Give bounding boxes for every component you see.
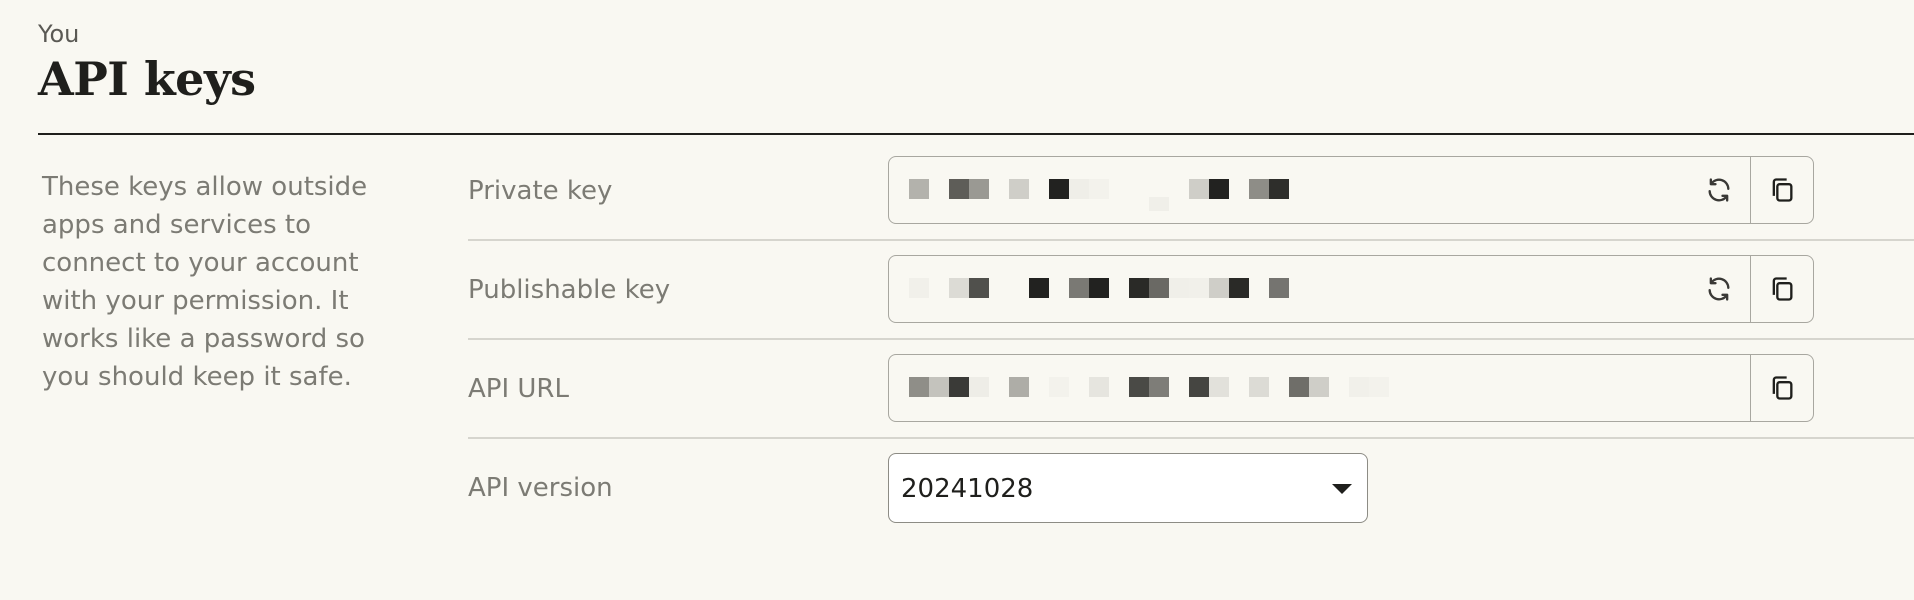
- page-title: API keys: [38, 52, 256, 106]
- refresh-icon: [1708, 277, 1730, 301]
- api-version-row: API version 20241028: [468, 439, 1914, 536]
- copy-icon: [1772, 277, 1793, 301]
- breadcrumb[interactable]: You: [38, 20, 79, 48]
- private-key-label: Private key: [468, 176, 613, 206]
- private-key-field[interactable]: [888, 156, 1814, 224]
- regenerate-private-key-button[interactable]: [1688, 157, 1750, 223]
- refresh-icon: [1708, 178, 1730, 202]
- api-url-field[interactable]: [888, 354, 1814, 422]
- copy-private-key-button[interactable]: [1750, 157, 1813, 223]
- copy-icon: [1772, 178, 1793, 202]
- private-key-row: Private key: [468, 142, 1914, 241]
- publishable-key-row: Publishable key: [468, 241, 1914, 340]
- api-url-value-redacted[interactable]: [889, 355, 1750, 421]
- publishable-key-label: Publishable key: [468, 275, 671, 305]
- caret-down-icon: [1332, 484, 1352, 494]
- api-version-label: API version: [468, 473, 613, 503]
- redacted-value: [909, 179, 1289, 213]
- api-version-select[interactable]: 20241028: [888, 453, 1368, 523]
- redacted-value: [909, 278, 1289, 312]
- api-keys-description: These keys allow outside apps and servic…: [42, 172, 368, 392]
- api-url-label: API URL: [468, 374, 569, 404]
- copy-icon: [1772, 376, 1793, 400]
- api-version-selected-value: 20241028: [901, 474, 1034, 504]
- header-divider: [38, 133, 1914, 135]
- redacted-value: [909, 377, 1389, 411]
- publishable-key-value-redacted[interactable]: [889, 256, 1688, 322]
- api-keys-page: You API keys These keys allow outside ap…: [0, 0, 1914, 600]
- api-settings-list: Private key Publishable key API URL API …: [468, 142, 1914, 536]
- copy-publishable-key-button[interactable]: [1750, 256, 1813, 322]
- api-url-row: API URL: [468, 340, 1914, 439]
- private-key-value-redacted[interactable]: [889, 157, 1688, 223]
- copy-api-url-button[interactable]: [1750, 355, 1813, 421]
- publishable-key-field[interactable]: [888, 255, 1814, 323]
- regenerate-publishable-key-button[interactable]: [1688, 256, 1750, 322]
